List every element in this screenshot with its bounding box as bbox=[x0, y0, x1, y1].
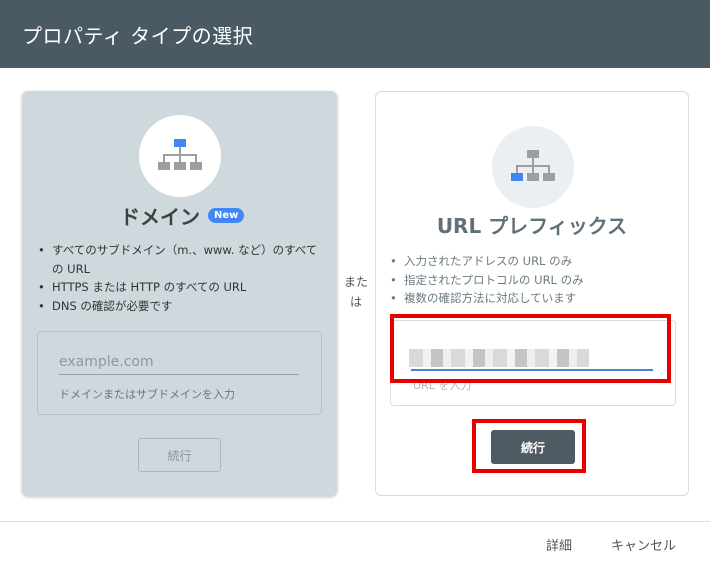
url-input-underline bbox=[411, 369, 653, 371]
domain-title-text: ドメイン bbox=[120, 205, 200, 229]
sitemap-icon bbox=[511, 150, 555, 181]
url-prefix-continue-button[interactable]: 続行 bbox=[491, 430, 575, 464]
or-separator-line1: また bbox=[343, 275, 368, 289]
domain-input-box[interactable]: example.com ドメインまたはサブドメインを入力 bbox=[37, 331, 322, 415]
or-separator-line2: は bbox=[349, 295, 362, 309]
url-input-help: URL を入力 bbox=[413, 379, 472, 392]
domain-feature-list: すべてのサブドメイン（m.、www. など）のすべての URL HTTPS また… bbox=[28, 241, 328, 315]
domain-feature-item: すべてのサブドメイン（m.、www. など）のすべての URL bbox=[28, 241, 328, 278]
dialog-header: プロパティ タイプの選択 bbox=[0, 0, 710, 68]
url-prefix-feature-item: 指定されたプロトコルの URL のみ bbox=[380, 271, 680, 290]
domain-continue-button[interactable]: 続行 bbox=[138, 438, 221, 472]
or-separator: また は bbox=[341, 272, 371, 312]
footer-divider bbox=[0, 521, 710, 522]
url-prefix-input-box[interactable]: URL を入力 bbox=[390, 320, 676, 406]
detail-button[interactable]: 詳細 bbox=[546, 535, 572, 554]
url-prefix-icon-circle bbox=[492, 126, 574, 208]
domain-property-card[interactable]: ドメイン New すべてのサブドメイン（m.、www. など）のすべての URL… bbox=[22, 91, 337, 496]
url-prefix-property-card[interactable]: URL プレフィックス 入力されたアドレスの URL のみ 指定されたプロトコル… bbox=[375, 91, 689, 496]
domain-icon-circle bbox=[139, 115, 221, 197]
domain-feature-item: DNS の確認が必要です bbox=[28, 297, 328, 316]
domain-input-help: ドメインまたはサブドメインを入力 bbox=[59, 388, 235, 401]
new-badge: New bbox=[208, 208, 245, 223]
cancel-button[interactable]: キャンセル bbox=[611, 535, 676, 554]
sitemap-icon bbox=[158, 139, 202, 170]
dialog-title: プロパティ タイプの選択 bbox=[22, 23, 254, 48]
url-prefix-feature-item: 複数の確認方法に対応しています bbox=[380, 289, 680, 308]
url-prefix-feature-item: 入力されたアドレスの URL のみ bbox=[380, 252, 680, 271]
url-prefix-card-title: URL プレフィックス bbox=[436, 214, 628, 238]
url-input[interactable] bbox=[409, 349, 589, 367]
url-prefix-feature-list: 入力されたアドレスの URL のみ 指定されたプロトコルの URL のみ 複数の… bbox=[380, 252, 680, 308]
domain-feature-item: HTTPS または HTTP のすべての URL bbox=[28, 278, 328, 297]
domain-card-title: ドメイン New bbox=[120, 201, 245, 230]
domain-input[interactable]: example.com bbox=[59, 354, 299, 375]
